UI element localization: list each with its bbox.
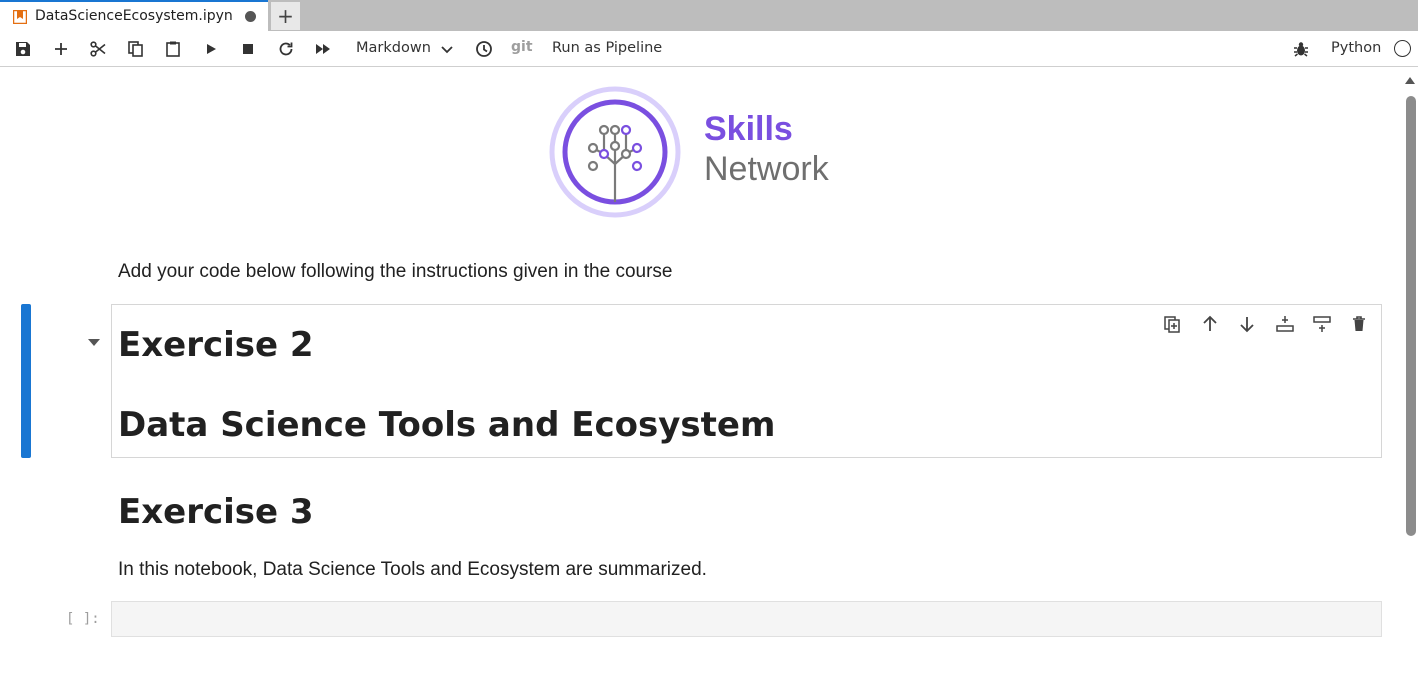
clock-icon[interactable] (475, 40, 493, 58)
tab-bar: DataScienceEcosystem.ipyn + (0, 0, 1418, 31)
plus-icon: + (277, 4, 294, 28)
heading-exercise-3: Exercise 3 (118, 492, 314, 532)
unsaved-indicator-icon[interactable] (245, 11, 256, 22)
run-as-pipeline-button[interactable]: Run as Pipeline (552, 40, 662, 56)
summary-text: In this notebook, Data Science Tools and… (118, 559, 707, 580)
heading-exercise-2: Exercise 2 (118, 325, 314, 365)
kernel-status-icon (1394, 40, 1411, 57)
notebook-icon (12, 9, 28, 25)
heading-data-science-tools: Data Science Tools and Ecosystem (118, 405, 776, 445)
stop-icon[interactable] (239, 40, 257, 58)
move-up-icon[interactable] (1200, 314, 1220, 334)
collapse-caret-icon[interactable] (88, 339, 100, 346)
delete-cell-icon[interactable] (1349, 314, 1369, 334)
fast-forward-icon[interactable] (314, 40, 332, 58)
kernel-name[interactable]: Python (1331, 40, 1381, 56)
chevron-down-icon[interactable] (438, 40, 456, 58)
intro-text: Add your code below following the instru… (118, 261, 673, 282)
paste-icon[interactable] (164, 40, 182, 58)
tab-title: DataScienceEcosystem.ipyn (35, 8, 233, 24)
restart-icon[interactable] (277, 40, 295, 58)
logo-text-network: Network (704, 150, 829, 188)
git-label[interactable]: git (511, 39, 533, 55)
scroll-up-arrow-icon[interactable] (1405, 77, 1415, 84)
code-cell-prompt: [ ]: (66, 611, 100, 627)
run-icon[interactable] (202, 40, 220, 58)
logo-text-skills: Skills (704, 110, 793, 148)
insert-above-icon[interactable] (1312, 314, 1332, 334)
duplicate-cell-icon[interactable] (1162, 314, 1182, 334)
notebook-toolbar: Markdown git Run as Pipeline Python (0, 31, 1418, 67)
new-tab-button[interactable]: + (271, 2, 300, 30)
cell-type-select[interactable]: Markdown (356, 40, 431, 56)
copy-icon[interactable] (127, 40, 145, 58)
notebook-tab[interactable]: DataScienceEcosystem.ipyn (0, 0, 268, 31)
insert-below-icon[interactable] (1275, 314, 1295, 334)
cut-icon[interactable] (89, 40, 107, 58)
active-cell-indicator (21, 304, 31, 458)
move-down-icon[interactable] (1237, 314, 1257, 334)
save-icon[interactable] (14, 40, 32, 58)
debugger-bug-icon[interactable] (1292, 40, 1310, 58)
add-cell-icon[interactable] (52, 40, 70, 58)
code-cell-input[interactable] (111, 601, 1382, 637)
scrollbar-thumb[interactable] (1406, 96, 1416, 536)
